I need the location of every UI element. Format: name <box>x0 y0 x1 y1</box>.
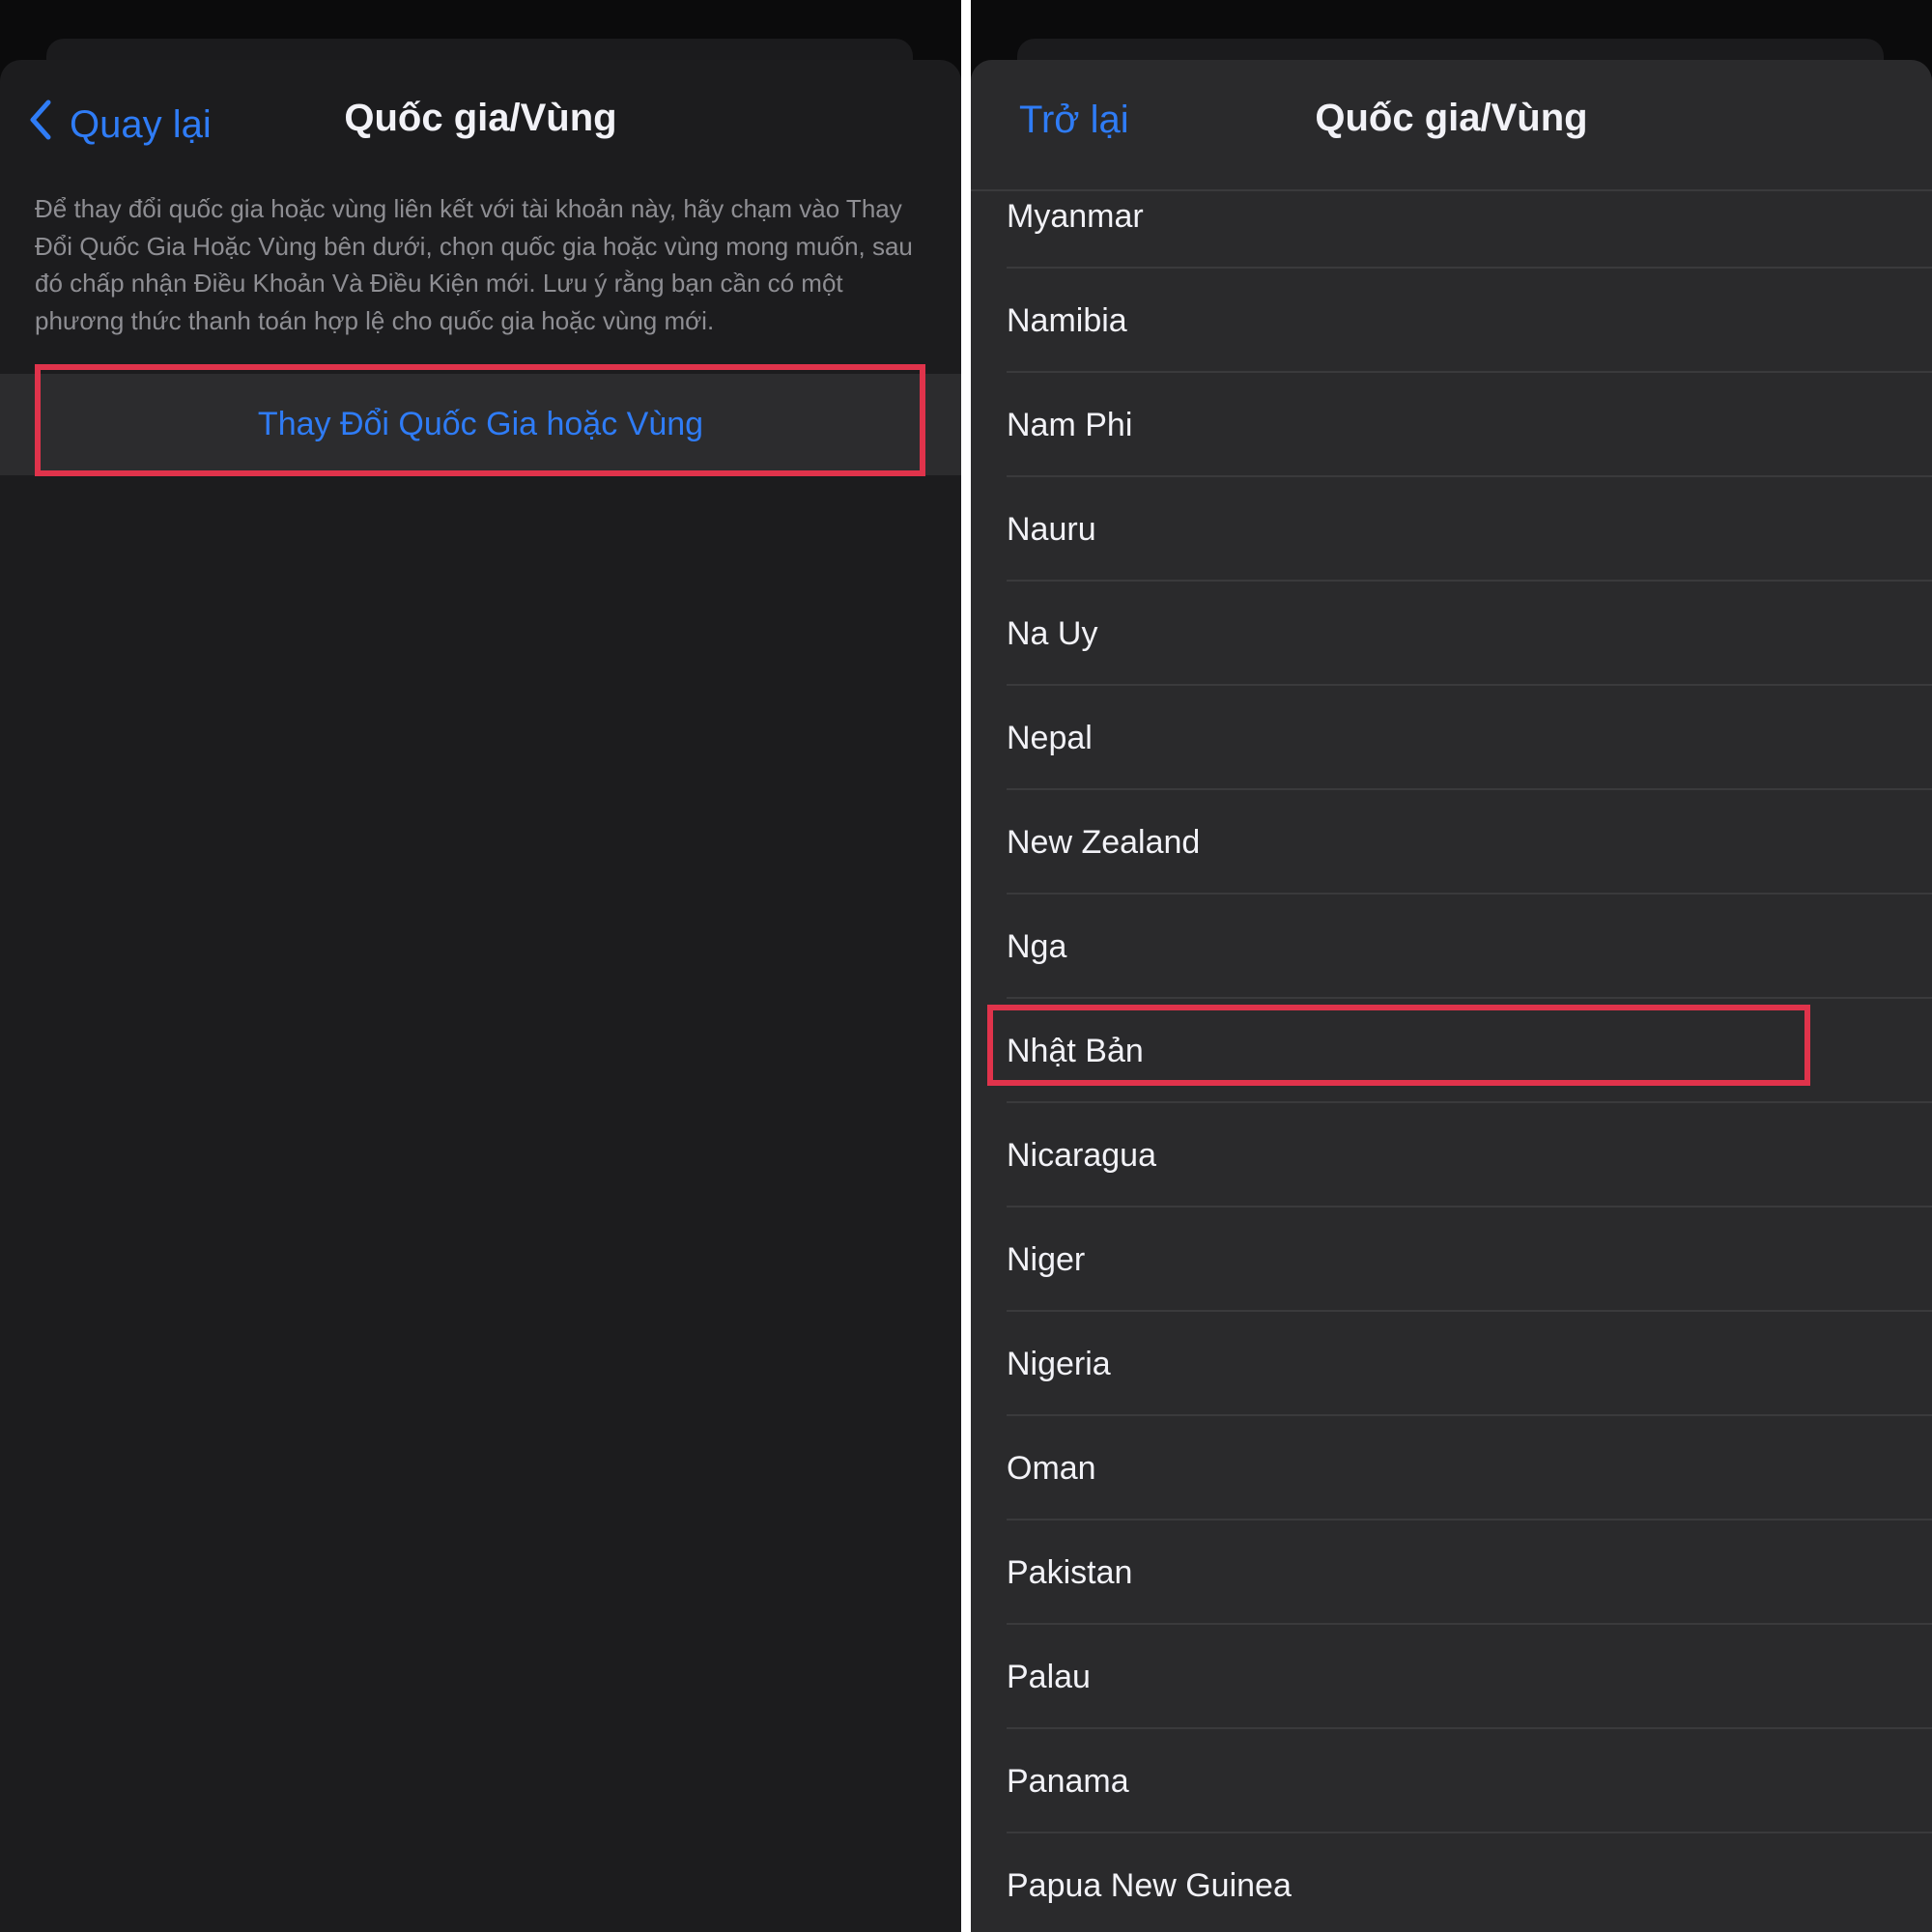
country-label: Nhật Bản <box>1007 1033 1144 1069</box>
country-row[interactable]: Na Uy <box>971 582 1932 686</box>
description-text: Để thay đổi quốc gia hoặc vùng liên kết … <box>35 194 913 335</box>
country-label: Nga <box>1007 928 1067 965</box>
country-row[interactable]: Niger <box>971 1208 1932 1312</box>
country-label: Namibia <box>1007 302 1127 339</box>
page-title: Quốc gia/Vùng <box>344 97 617 139</box>
country-row[interactable]: Oman <box>971 1416 1932 1520</box>
country-row[interactable]: Nam Phi <box>971 373 1932 477</box>
country-row[interactable]: Pakistan <box>971 1520 1932 1625</box>
country-row[interactable]: Namibia <box>971 269 1932 373</box>
country-row[interactable]: New Zealand <box>971 790 1932 895</box>
country-label: Nauru <box>1007 511 1096 548</box>
right-screen: Trở lại Quốc gia/Vùng Myanmar Namibia Nam … <box>971 0 1932 1932</box>
country-row[interactable]: Nhật Bản <box>971 999 1932 1103</box>
country-label: Nam Phi <box>1007 407 1133 443</box>
country-label: Panama <box>1007 1763 1129 1800</box>
country-label: Nepal <box>1007 720 1093 756</box>
country-label: Myanmar <box>1007 198 1144 235</box>
country-row[interactable]: Nicaragua <box>971 1103 1932 1208</box>
country-row[interactable]: Panama <box>971 1729 1932 1833</box>
country-label: New Zealand <box>1007 824 1201 861</box>
country-label: Oman <box>1007 1450 1096 1487</box>
country-list: Myanmar Namibia Nam Phi Nauru Na Uy Nepal New … <box>971 191 1932 1932</box>
country-label: Palau <box>1007 1659 1091 1695</box>
country-row[interactable]: Myanmar <box>971 164 1932 269</box>
country-label: Papua New Guinea <box>1007 1867 1292 1904</box>
change-region-button[interactable]: Thay Đổi Quốc Gia hoặc Vùng <box>0 374 961 475</box>
navigation-bar: Quay lại Quốc gia/Vùng <box>0 60 961 189</box>
country-label: Nigeria <box>1007 1346 1111 1382</box>
page-title: Quốc gia/Vùng <box>1315 97 1588 139</box>
country-label: Nicaragua <box>1007 1137 1156 1174</box>
country-row[interactable]: Nepal <box>971 686 1932 790</box>
country-row[interactable]: Papua New Guinea <box>971 1833 1932 1932</box>
country-list-sheet: Trở lại Quốc gia/Vùng Myanmar Namibia Nam … <box>971 60 1932 1932</box>
country-row[interactable]: Palau <box>971 1625 1932 1729</box>
country-label: Niger <box>1007 1241 1086 1278</box>
country-label: Pakistan <box>1007 1554 1133 1591</box>
country-row[interactable]: Nauru <box>971 477 1932 582</box>
country-row[interactable]: Nigeria <box>971 1312 1932 1416</box>
country-row[interactable]: Nga <box>971 895 1932 999</box>
change-region-cell[interactable]: Thay Đổi Quốc Gia hoặc Vùng <box>0 374 961 475</box>
country-label: Na Uy <box>1007 615 1098 652</box>
left-screen: Quay lại Quốc gia/Vùng Để thay đổi quốc … <box>0 0 961 1932</box>
tutorial-composite: Quay lại Quốc gia/Vùng Để thay đổi quốc … <box>0 0 1932 1932</box>
settings-sheet: Quay lại Quốc gia/Vùng Để thay đổi quốc … <box>0 60 961 1932</box>
